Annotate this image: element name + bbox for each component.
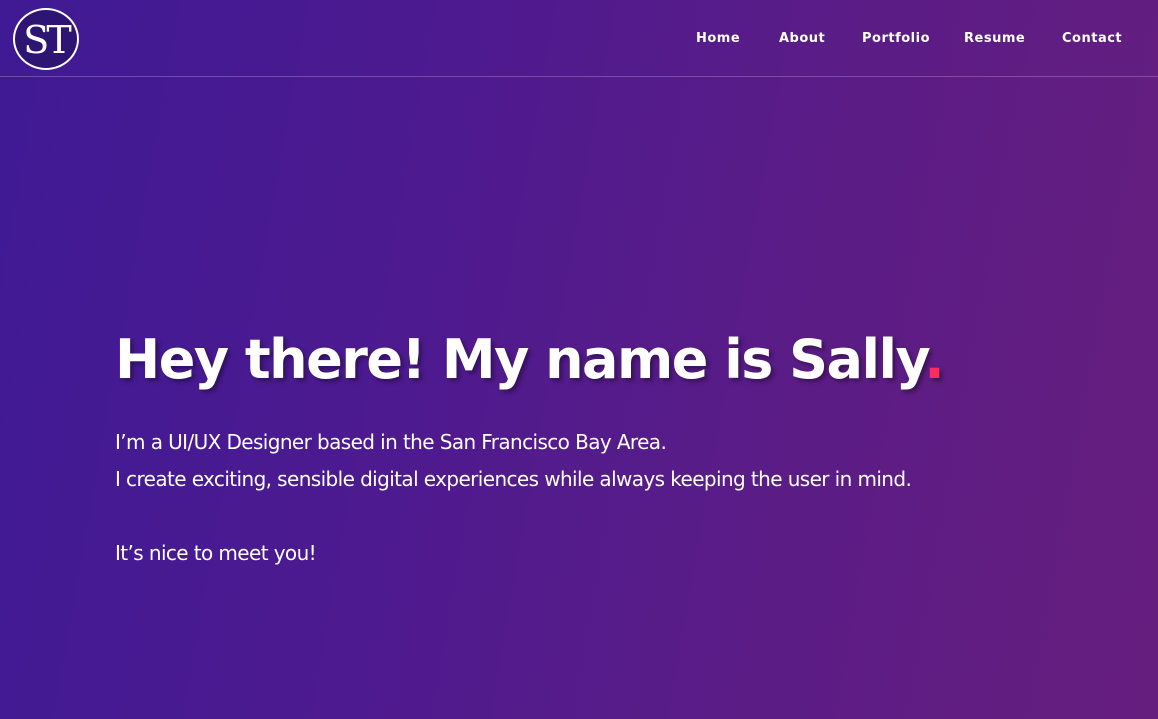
hero-title: Hey there! My name is Sally. bbox=[115, 326, 1115, 394]
nav-resume-link[interactable]: Resume bbox=[964, 32, 1025, 45]
logo-monogram: ST bbox=[23, 18, 71, 62]
hero-title-text: Hey there! My name is Sally bbox=[115, 328, 926, 391]
hero-greeting: It’s nice to meet you! bbox=[115, 541, 317, 565]
nav-about-link[interactable]: About bbox=[779, 32, 825, 45]
site-header: ST Home About Portfolio Resume Contact bbox=[0, 0, 1158, 77]
hero-description-line: I create exciting, sensible digital expe… bbox=[115, 467, 912, 491]
nav-contact-link[interactable]: Contact bbox=[1062, 32, 1122, 45]
hero-intro-line: I’m a UI/UX Designer based in the San Fr… bbox=[115, 430, 667, 454]
site-logo[interactable]: ST bbox=[13, 8, 79, 70]
hero-title-accent-dot: . bbox=[924, 328, 945, 391]
hero-section: Hey there! My name is Sally. I’m a UI/UX… bbox=[115, 326, 1115, 572]
nav-portfolio-link[interactable]: Portfolio bbox=[862, 32, 930, 45]
nav-home-link[interactable]: Home bbox=[696, 32, 740, 45]
